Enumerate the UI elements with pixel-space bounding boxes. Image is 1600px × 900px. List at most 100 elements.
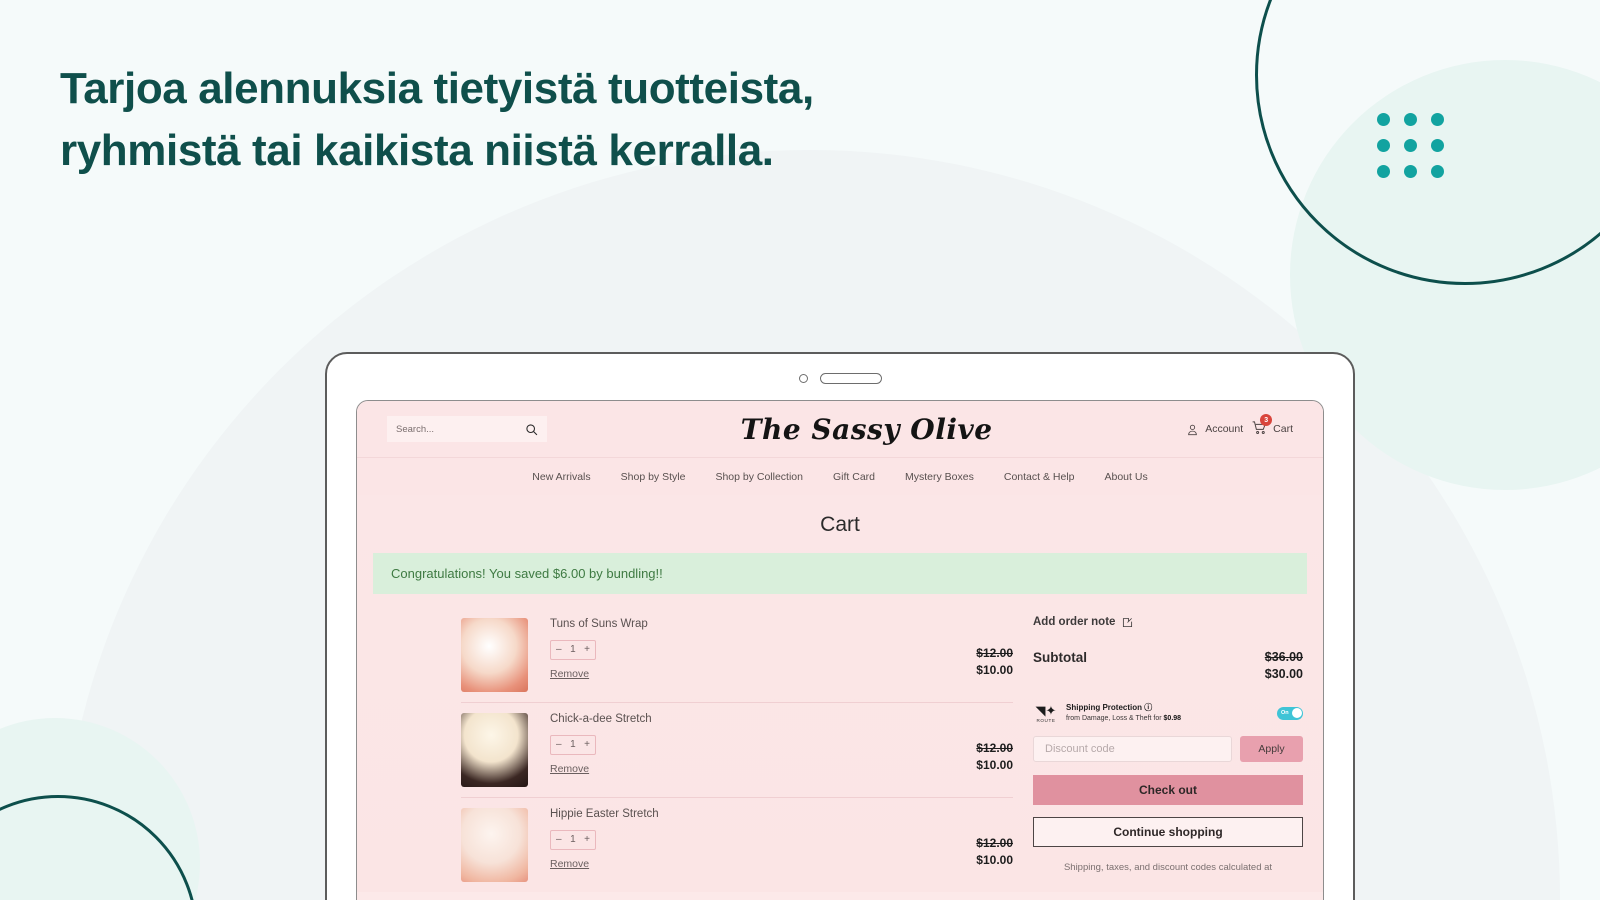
decorative-dot-grid-icon xyxy=(1377,113,1445,178)
browser-screen: Search... The Sassy Olive Account 3 Cart… xyxy=(356,400,1324,900)
checkout-fineprint: Shipping, taxes, and discount codes calc… xyxy=(1063,862,1273,874)
discount-code-placeholder: Discount code xyxy=(1045,743,1115,756)
shipping-protection-toggle[interactable]: On xyxy=(1277,706,1303,720)
continue-shopping-button[interactable]: Continue shopping xyxy=(1033,817,1303,848)
quantity-value: 1 xyxy=(570,834,576,845)
store-navigation: New Arrivals Shop by Style Shop by Colle… xyxy=(357,457,1323,495)
cart-items-list: Tuns of Suns Wrap – 1 + Remove $12.00 $1… xyxy=(373,608,1013,892)
original-price: $12.00 xyxy=(976,646,1013,660)
decrease-quantity-button[interactable]: – xyxy=(556,644,562,655)
cart-item-price: $12.00 $10.00 xyxy=(933,618,1013,677)
discounted-price: $10.00 xyxy=(976,758,1013,772)
cart-icon-wrap: 3 xyxy=(1252,414,1273,438)
subtotal-discounted: $30.00 xyxy=(1264,667,1303,681)
order-summary-panel: Add order note Subtotal $36.00 $30.00 ◥✦… xyxy=(1033,608,1303,892)
discounted-price: $10.00 xyxy=(976,663,1013,677)
apply-discount-button[interactable]: Apply xyxy=(1240,736,1303,763)
headline-line-1: Tarjoa alennuksia tietyistä tuotteista, xyxy=(60,64,814,113)
quantity-stepper[interactable]: – 1 + xyxy=(550,734,596,755)
cart-item-price: $12.00 $10.00 xyxy=(933,808,1013,867)
shipping-protection-subtitle: from Damage, Loss & Theft for $0.98 xyxy=(1066,714,1270,723)
store-header: Search... The Sassy Olive Account 3 Cart xyxy=(357,401,1323,457)
nav-item-shop-by-style[interactable]: Shop by Style xyxy=(621,471,686,483)
cart-line-item: Hippie Easter Stretch – 1 + Remove $12.0… xyxy=(461,797,1013,892)
add-order-note-label: Add order note xyxy=(1033,616,1116,628)
add-order-note-button[interactable]: Add order note xyxy=(1033,616,1303,628)
header-actions: Account 3 Cart xyxy=(1186,414,1293,438)
toggle-knob xyxy=(1291,708,1302,719)
cart-button[interactable]: 3 Cart xyxy=(1252,414,1293,438)
product-name[interactable]: Hippie Easter Stretch xyxy=(550,808,933,820)
nav-item-shop-by-collection[interactable]: Shop by Collection xyxy=(715,471,803,483)
nav-item-contact-help[interactable]: Contact & Help xyxy=(1004,471,1075,483)
cart-count-badge: 3 xyxy=(1260,414,1273,426)
savings-banner: Congratulations! You saved $6.00 by bund… xyxy=(373,553,1307,594)
search-icon[interactable] xyxy=(525,423,538,436)
info-icon[interactable]: ⓘ xyxy=(1144,703,1152,712)
quantity-value: 1 xyxy=(570,739,576,750)
decrease-quantity-button[interactable]: – xyxy=(556,739,562,750)
discounted-price: $10.00 xyxy=(976,853,1013,867)
account-label: Account xyxy=(1205,423,1244,435)
page-headline: Tarjoa alennuksia tietyistä tuotteista, … xyxy=(60,58,1000,183)
cart-page: Cart Congratulations! You saved $6.00 by… xyxy=(357,495,1323,892)
nav-item-about-us[interactable]: About Us xyxy=(1105,471,1148,483)
product-thumbnail[interactable] xyxy=(461,713,528,787)
cart-item-details: Hippie Easter Stretch – 1 + Remove xyxy=(528,808,933,870)
cart-layout: Tuns of Suns Wrap – 1 + Remove $12.00 $1… xyxy=(357,594,1323,892)
original-price: $12.00 xyxy=(976,741,1013,755)
shipping-protection-text: Shipping Protection ⓘ from Damage, Loss … xyxy=(1066,703,1270,723)
store-logo[interactable]: The Sassy Olive xyxy=(547,413,1186,446)
quantity-value: 1 xyxy=(570,644,576,655)
toggle-state-label: On xyxy=(1281,710,1289,717)
edit-note-icon[interactable] xyxy=(1122,617,1133,628)
page-title: Cart xyxy=(820,513,860,536)
headline-line-2: ryhmistä tai kaikista niistä kerralla. xyxy=(60,126,774,176)
quantity-stepper[interactable]: – 1 + xyxy=(550,639,596,660)
product-thumbnail[interactable] xyxy=(461,808,528,882)
decrease-quantity-button[interactable]: – xyxy=(556,834,562,845)
route-brand-label: ROUTE xyxy=(1036,717,1056,723)
product-name[interactable]: Chick-a-dee Stretch xyxy=(550,713,933,725)
increase-quantity-button[interactable]: + xyxy=(584,644,590,655)
subtotal-original: $36.00 xyxy=(1264,650,1303,664)
increase-quantity-button[interactable]: + xyxy=(584,834,590,845)
subtotal-row: Subtotal $36.00 $30.00 xyxy=(1033,650,1303,681)
shipping-protection-title: Shipping Protection xyxy=(1066,703,1142,712)
discount-code-input[interactable]: Discount code xyxy=(1033,736,1232,763)
search-input[interactable]: Search... xyxy=(387,416,547,442)
nav-item-new-arrivals[interactable]: New Arrivals xyxy=(532,471,590,483)
nav-item-gift-card[interactable]: Gift Card xyxy=(833,471,875,483)
remove-item-link[interactable]: Remove xyxy=(550,668,933,680)
shipping-protection-title-row: Shipping Protection ⓘ xyxy=(1066,703,1270,714)
subtotal-label: Subtotal xyxy=(1033,650,1087,665)
remove-item-link[interactable]: Remove xyxy=(550,763,933,775)
cart-item-details: Chick-a-dee Stretch – 1 + Remove xyxy=(528,713,933,775)
shipping-protection-price: $0.98 xyxy=(1163,714,1182,722)
subtotal-values: $36.00 $30.00 xyxy=(1265,650,1303,681)
shipping-protection-row: ◥✦ ROUTE Shipping Protection ⓘ from Dama… xyxy=(1033,703,1303,723)
quantity-stepper[interactable]: – 1 + xyxy=(550,829,596,850)
cart-line-item: Chick-a-dee Stretch – 1 + Remove $12.00 … xyxy=(461,702,1013,797)
cart-item-price: $12.00 $10.00 xyxy=(933,713,1013,772)
cart-label: Cart xyxy=(1273,423,1293,435)
cart-item-details: Tuns of Suns Wrap – 1 + Remove xyxy=(528,618,933,680)
webcam-icon xyxy=(798,373,808,383)
search-placeholder: Search... xyxy=(396,423,435,435)
shipping-protection-subtitle-prefix: from Damage, Loss & Theft for xyxy=(1066,714,1164,722)
original-price: $12.00 xyxy=(976,836,1013,850)
discount-row: Discount code Apply xyxy=(1033,736,1303,763)
checkout-button[interactable]: Check out xyxy=(1033,775,1303,806)
route-logo-icon: ◥✦ ROUTE xyxy=(1033,704,1059,723)
increase-quantity-button[interactable]: + xyxy=(584,739,590,750)
user-icon xyxy=(1188,424,1198,435)
account-button[interactable]: Account xyxy=(1186,423,1243,436)
nav-item-mystery-boxes[interactable]: Mystery Boxes xyxy=(905,471,974,483)
cart-line-item: Tuns of Suns Wrap – 1 + Remove $12.00 $1… xyxy=(461,608,1013,702)
laptop-bezel xyxy=(327,354,1353,402)
product-name[interactable]: Tuns of Suns Wrap xyxy=(550,618,933,630)
remove-item-link[interactable]: Remove xyxy=(550,858,933,870)
route-mark-glyph: ◥✦ xyxy=(1035,702,1057,718)
product-thumbnail[interactable] xyxy=(461,618,528,692)
laptop-mockup: Search... The Sassy Olive Account 3 Cart… xyxy=(325,352,1355,900)
